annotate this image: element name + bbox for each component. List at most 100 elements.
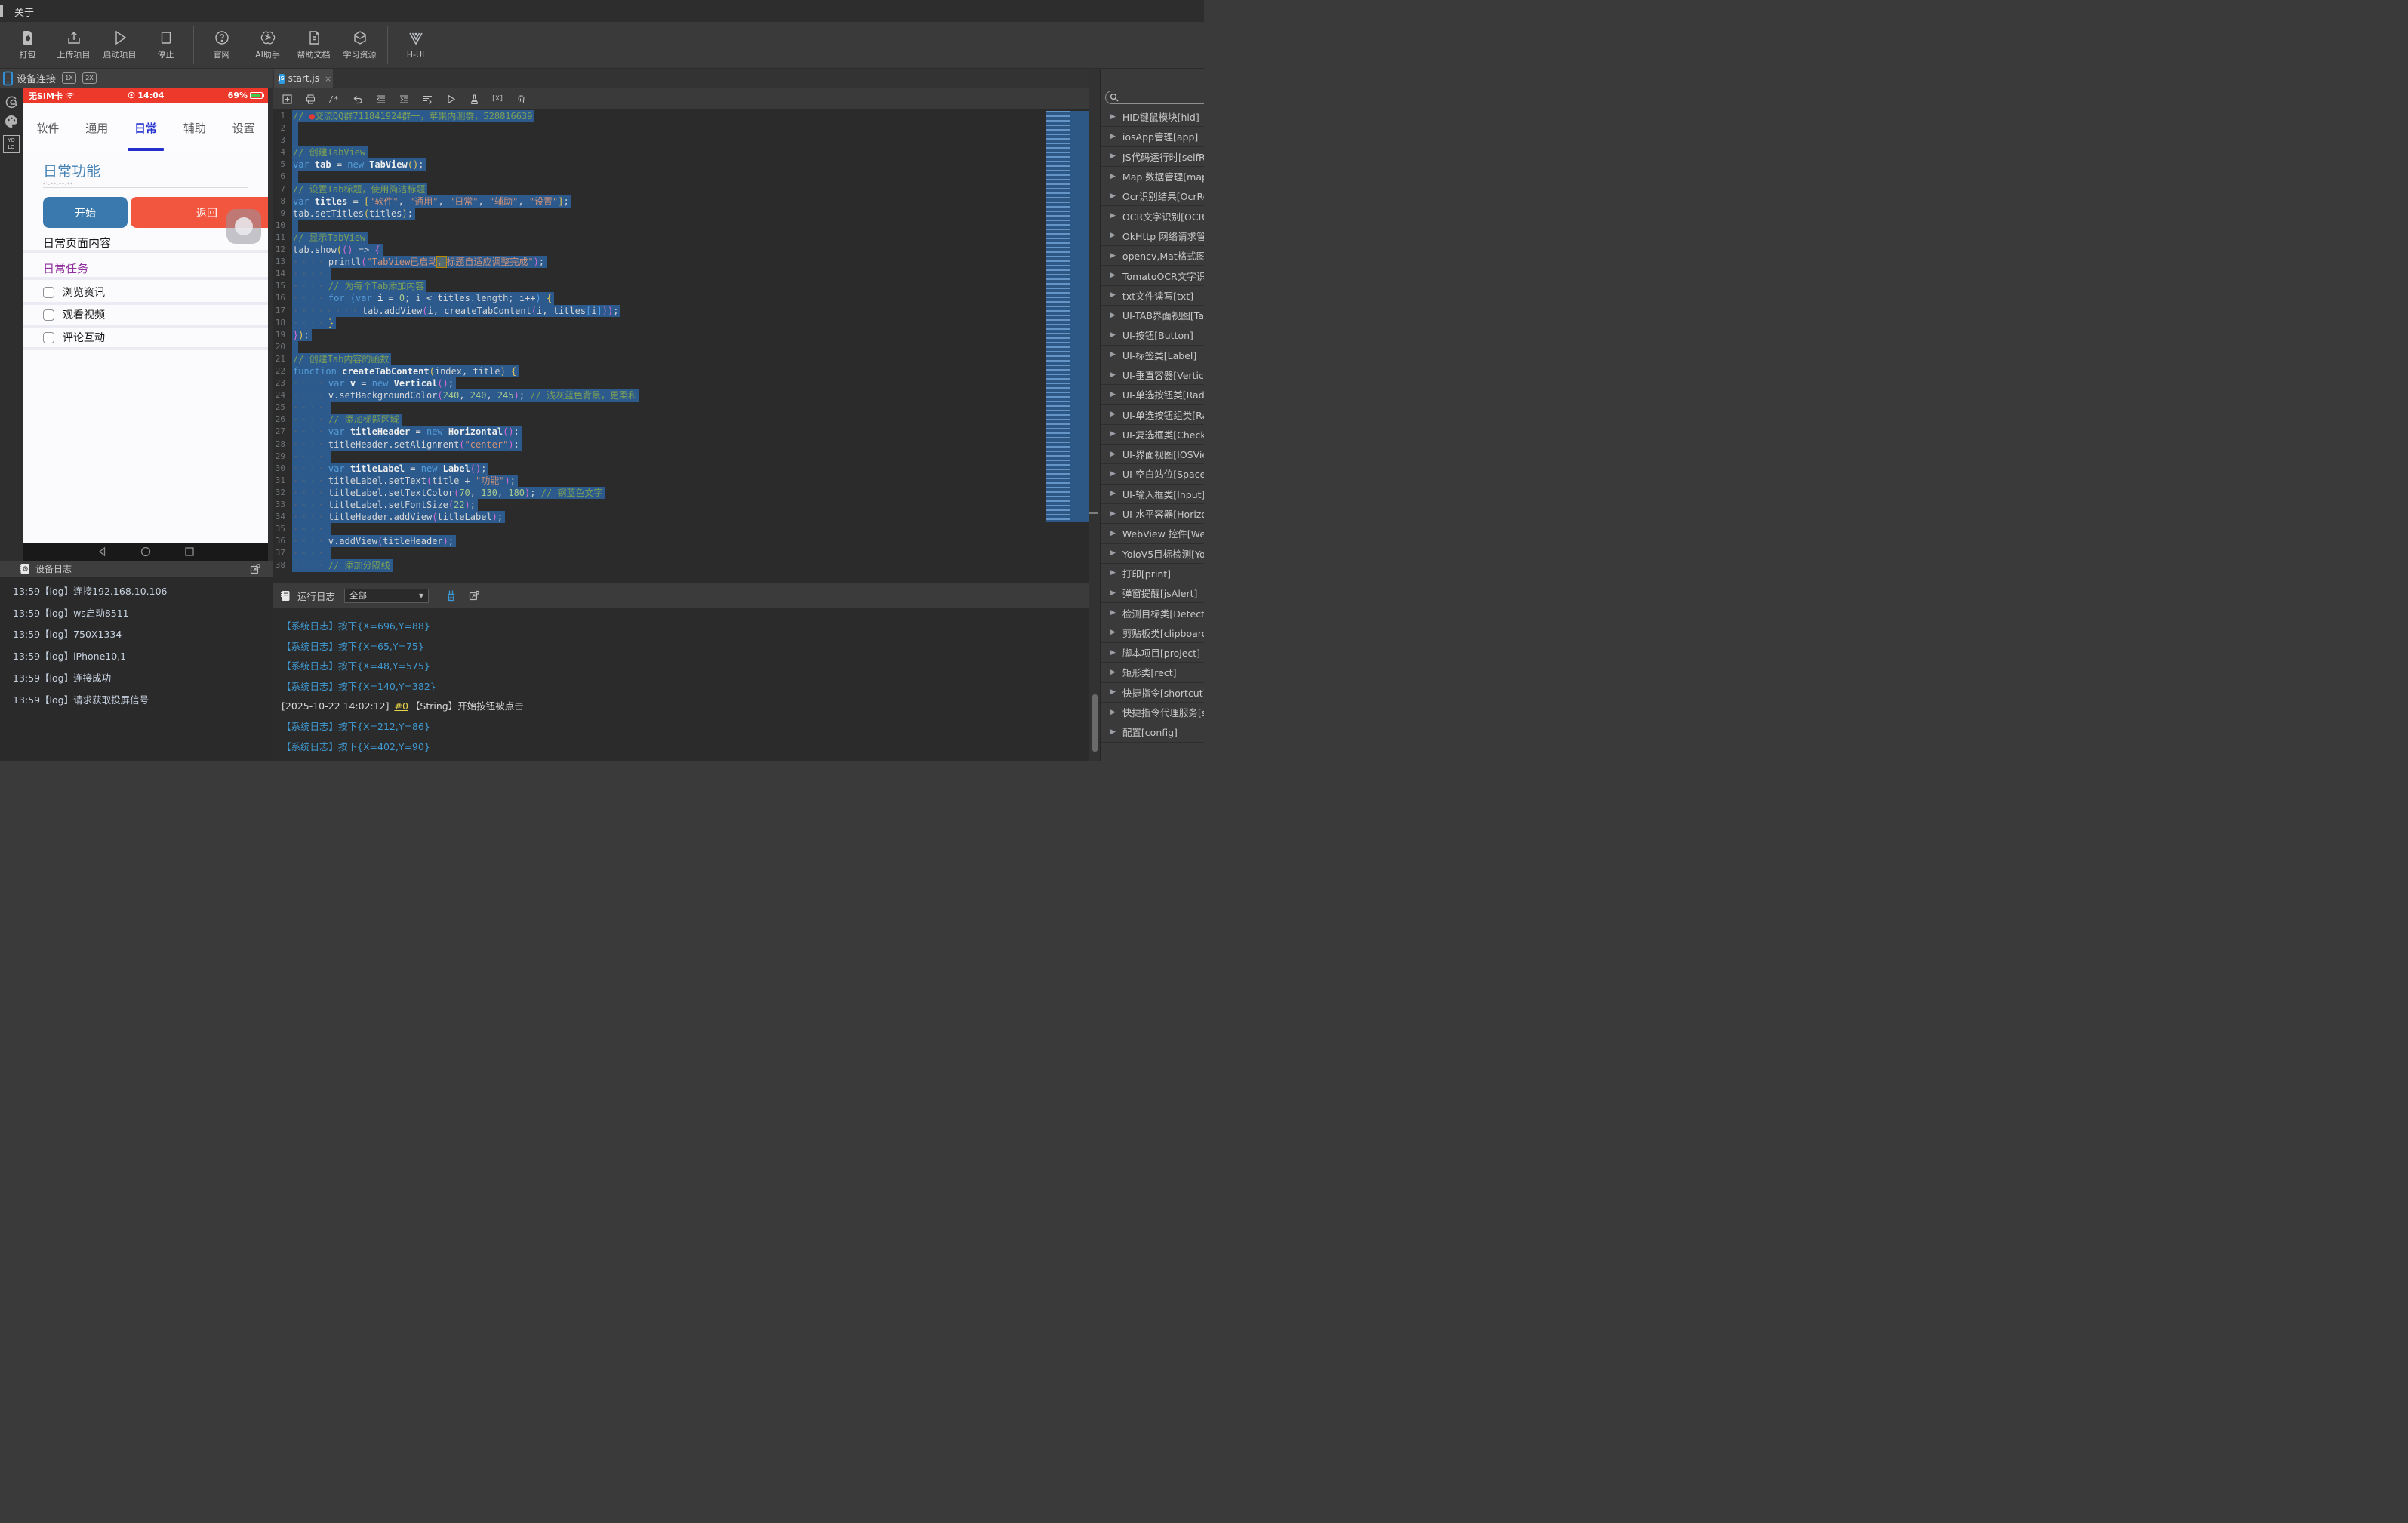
- module-search-input[interactable]: [1105, 91, 1204, 104]
- minimap[interactable]: [1046, 111, 1089, 522]
- tree-expand-icon[interactable]: ▶: [1110, 212, 1116, 220]
- tree-expand-icon[interactable]: ▶: [1110, 291, 1116, 299]
- tree-expand-icon[interactable]: ▶: [1110, 232, 1116, 239]
- module-item[interactable]: ▶ UI-按钮[Button]: [1101, 325, 1204, 346]
- module-item[interactable]: ▶ YoloV5目标检测[Yol: [1101, 544, 1204, 564]
- tree-expand-icon[interactable]: ▶: [1110, 133, 1116, 140]
- yolo-icon[interactable]: YO LO: [3, 135, 20, 153]
- stop-button[interactable]: 停止: [143, 26, 189, 65]
- palette-icon[interactable]: [4, 114, 19, 129]
- start-button[interactable]: 开始: [43, 197, 128, 228]
- task-row[interactable]: 观看视频: [43, 307, 105, 322]
- new-snippet-icon[interactable]: [282, 94, 292, 104]
- module-item[interactable]: ▶ UI-界面视图[IOSVie: [1101, 445, 1204, 465]
- tree-expand-icon[interactable]: ▶: [1110, 391, 1116, 398]
- module-item[interactable]: ▶ Ocr识别结果[OcrRes: [1101, 186, 1204, 207]
- module-item[interactable]: ▶ 剪贴板类[clipboard]: [1101, 623, 1204, 644]
- tree-expand-icon[interactable]: ▶: [1110, 192, 1116, 200]
- module-item[interactable]: ▶ WebView 控件[Web: [1101, 524, 1204, 544]
- nav-home-icon[interactable]: [140, 546, 151, 557]
- assistive-touch-overlay[interactable]: [226, 209, 261, 244]
- tree-expand-icon[interactable]: ▶: [1110, 609, 1116, 617]
- log-ref-link[interactable]: #0: [392, 700, 410, 712]
- tree-expand-icon[interactable]: ▶: [1110, 728, 1116, 736]
- browser-icon[interactable]: [4, 94, 19, 109]
- nav-back-icon[interactable]: [97, 546, 107, 557]
- module-item[interactable]: ▶ UI-TAB界面视图[Tab: [1101, 306, 1204, 326]
- tree-expand-icon[interactable]: ▶: [1110, 430, 1116, 438]
- task-row[interactable]: 评论互动: [43, 330, 105, 345]
- module-item[interactable]: ▶ TomatoOCR文字识别: [1101, 266, 1204, 286]
- module-item[interactable]: ▶ UI-单选按钮类[Radio: [1101, 385, 1204, 405]
- menu-about[interactable]: 关于: [14, 5, 34, 19]
- phone-tab-软件[interactable]: 软件: [36, 120, 59, 136]
- nav-recent-icon[interactable]: [184, 546, 195, 557]
- gap-scroll-dash[interactable]: [1089, 512, 1098, 514]
- module-item[interactable]: ▶ 快捷指令代理服务[sh: [1101, 703, 1204, 723]
- tree-expand-icon[interactable]: ▶: [1110, 331, 1116, 339]
- learning-resources-button[interactable]: 学习资源: [337, 26, 383, 65]
- phone-tab-设置[interactable]: 设置: [232, 120, 255, 136]
- module-item[interactable]: ▶ UI-输入框类[Input]: [1101, 485, 1204, 504]
- device-log-body[interactable]: 13:59【log】连接192.168.10.106 13:59【log】ws启动…: [0, 577, 273, 762]
- tree-expand-icon[interactable]: ▶: [1110, 649, 1116, 657]
- package-button[interactable]: 打包: [5, 26, 51, 65]
- tree-expand-icon[interactable]: ▶: [1110, 113, 1116, 121]
- module-item[interactable]: ▶ JS代码运行时[selfRu: [1101, 147, 1204, 167]
- module-item[interactable]: ▶ txt文件读写[txt]: [1101, 286, 1204, 306]
- upload-project-button[interactable]: 上传项目: [51, 26, 97, 65]
- code-editor[interactable]: 1// ●交流QQ群711841924群一，苹果内测群，528816639 2 3 4…: [273, 110, 1101, 583]
- help-docs-button[interactable]: 帮助文档: [291, 26, 337, 65]
- tree-expand-icon[interactable]: ▶: [1110, 709, 1116, 716]
- module-item[interactable]: ▶ iosApp管理[app]: [1101, 127, 1204, 147]
- hui-button[interactable]: H-UI: [393, 26, 439, 65]
- tree-expand-icon[interactable]: ▶: [1110, 510, 1116, 518]
- task-checkbox[interactable]: [43, 309, 54, 321]
- indent-icon[interactable]: [399, 94, 409, 104]
- module-item[interactable]: ▶ UI-空白站位[Space]: [1101, 464, 1204, 485]
- tree-expand-icon[interactable]: ▶: [1110, 252, 1116, 260]
- tree-expand-icon[interactable]: ▶: [1110, 371, 1116, 379]
- module-item[interactable]: ▶ opencv,Mat格式图像: [1101, 246, 1204, 266]
- website-button[interactable]: 官网: [199, 26, 245, 65]
- start-project-button[interactable]: 启动项目: [97, 26, 143, 65]
- debug-flask-icon[interactable]: [469, 94, 479, 104]
- format-code-icon[interactable]: [422, 94, 433, 104]
- task-row[interactable]: 浏览资讯: [43, 285, 105, 300]
- runlog-scrollbar-thumb[interactable]: [1092, 694, 1098, 752]
- module-item[interactable]: ▶ UI-标签类[Label]: [1101, 346, 1204, 365]
- tree-expand-icon[interactable]: ▶: [1110, 272, 1116, 279]
- phone-mirror[interactable]: 无SIM卡 14:04 69% 软件 通用 日常 辅助 设置 日常功能 *'-**-**…: [23, 88, 268, 543]
- phone-tab-辅助[interactable]: 辅助: [183, 120, 206, 136]
- outdent-icon[interactable]: [375, 94, 386, 104]
- clear-variables-icon[interactable]: [X]: [491, 94, 503, 104]
- ai-assistant-button[interactable]: AI助手: [245, 26, 291, 65]
- export-log-icon[interactable]: [469, 590, 480, 602]
- trash-icon[interactable]: [516, 94, 526, 104]
- undo-icon[interactable]: [352, 94, 362, 104]
- module-item[interactable]: ▶ 脚本项目[project]: [1101, 643, 1204, 663]
- tree-expand-icon[interactable]: ▶: [1110, 530, 1116, 537]
- tree-expand-icon[interactable]: ▶: [1110, 549, 1116, 557]
- module-item[interactable]: ▶ OCR文字识别[OCR]: [1101, 206, 1204, 226]
- module-item[interactable]: ▶ Map 数据管理[map]: [1101, 167, 1204, 187]
- tree-expand-icon[interactable]: ▶: [1110, 569, 1116, 577]
- phone-tab-日常[interactable]: 日常: [127, 120, 165, 151]
- tree-expand-icon[interactable]: ▶: [1110, 629, 1116, 636]
- zoom-2x-button[interactable]: 2X: [82, 72, 97, 84]
- tree-expand-icon[interactable]: ▶: [1110, 688, 1116, 696]
- tab-startjs[interactable]: JS start.js ×: [274, 69, 333, 88]
- module-item[interactable]: ▶ 快捷指令[shortcut]: [1101, 683, 1204, 703]
- log-filter-select[interactable]: 全部 ▼: [344, 588, 430, 603]
- clear-log-brush-icon[interactable]: [445, 589, 457, 602]
- module-item[interactable]: ▶ HID键鼠模块[hid]: [1101, 107, 1204, 128]
- phone-tab-通用[interactable]: 通用: [85, 120, 108, 136]
- task-checkbox[interactable]: [43, 286, 54, 298]
- tree-expand-icon[interactable]: ▶: [1110, 312, 1116, 319]
- tree-expand-icon[interactable]: ▶: [1110, 470, 1116, 478]
- expand-icon[interactable]: [250, 563, 260, 574]
- tree-expand-icon[interactable]: ▶: [1110, 451, 1116, 458]
- module-item[interactable]: ▶ 弹窗提醒[jsAlert]: [1101, 583, 1204, 604]
- comment-icon[interactable]: /*: [328, 94, 339, 104]
- task-checkbox[interactable]: [43, 331, 54, 343]
